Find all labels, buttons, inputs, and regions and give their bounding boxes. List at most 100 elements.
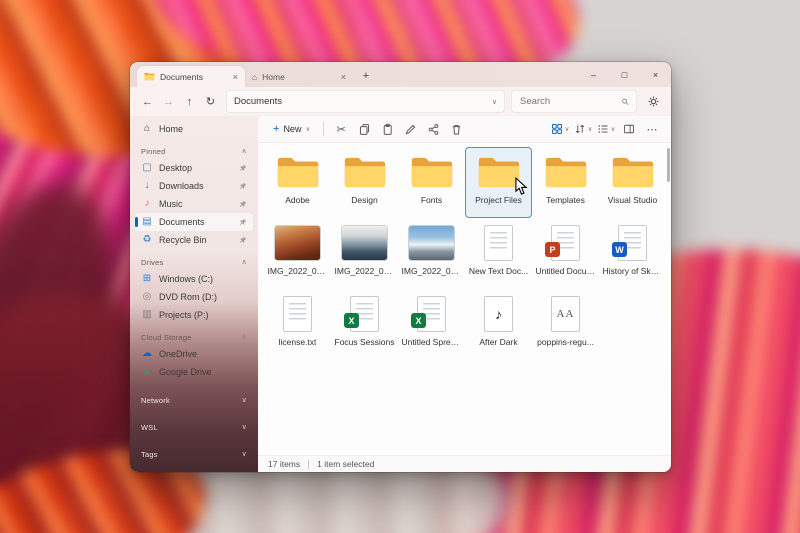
photo-thumbnail	[275, 226, 320, 260]
address-bar[interactable]: Documents ∨	[226, 90, 505, 113]
file-name: license.txt	[278, 337, 317, 347]
copy-button[interactable]	[353, 119, 375, 139]
tab-close-icon[interactable]: ×	[341, 72, 346, 82]
folder-icon	[612, 157, 653, 187]
text-file-item[interactable]: license.txt	[264, 289, 331, 360]
section-label: Cloud Storage	[141, 332, 192, 342]
content-area: + New ∨ ✂ ∨ ∨ ∨ ⋯ Adobe Design Fonts Pro…	[258, 116, 671, 472]
view-button[interactable]: ∨	[595, 119, 617, 139]
new-button-label: New	[283, 124, 302, 134]
sidebar-item-dvd-d[interactable]: ◎ DVD Rom (D:)	[135, 288, 253, 306]
back-button[interactable]: ←	[138, 92, 157, 111]
text-document-icon	[283, 296, 312, 332]
maximize-button[interactable]: □	[609, 62, 640, 87]
share-icon	[428, 123, 438, 135]
excel-file-item[interactable]: X Untitled Spreads...	[398, 289, 465, 360]
folder-item[interactable]: Fonts	[398, 147, 465, 218]
scrollbar-thumb[interactable]	[667, 148, 670, 182]
sidebar-item-label: OneDrive	[159, 349, 198, 359]
paste-button[interactable]	[376, 119, 398, 139]
sidebar-item-label: Windows (C:)	[159, 274, 214, 284]
refresh-button[interactable]: ↻	[201, 92, 220, 111]
desktop-icon: ▢	[142, 162, 152, 173]
sidebar-section-pinned[interactable]: Pinned ∧	[135, 143, 253, 159]
delete-button[interactable]	[445, 119, 467, 139]
word-file-item[interactable]: W History of Skate...	[599, 218, 666, 289]
sidebar-item-onedrive[interactable]: ☁ OneDrive	[135, 345, 253, 363]
sidebar-section-tags[interactable]: Tags ∨	[135, 446, 253, 462]
sidebar-item-desktop[interactable]: ▢ Desktop	[135, 159, 253, 177]
folder-item[interactable]: Adobe	[264, 147, 331, 218]
sidebar-item-windows-c[interactable]: ⊞ Windows (C:)	[135, 270, 253, 288]
sidebar-item-downloads[interactable]: ↓ Downloads	[135, 177, 253, 195]
word-document-icon: W	[612, 225, 647, 261]
pin-icon	[239, 236, 247, 244]
sidebar-section-network[interactable]: Network ∨	[135, 392, 253, 408]
file-name: Visual Studio	[607, 195, 658, 205]
tab-documents[interactable]: Documents ×	[137, 66, 245, 87]
toolbar-divider	[323, 122, 325, 136]
file-name: Templates	[546, 195, 585, 205]
status-divider	[308, 459, 310, 469]
sidebar-item-label: Desktop	[159, 163, 193, 173]
forward-button[interactable]: →	[159, 92, 178, 111]
minimize-button[interactable]: –	[578, 62, 609, 87]
settings-button[interactable]	[643, 92, 663, 112]
paste-icon	[383, 123, 392, 135]
section-label: Network	[141, 395, 170, 405]
chevron-down-icon: ∨	[610, 126, 616, 133]
section-label: Drives	[141, 257, 164, 267]
folder-item[interactable]: Visual Studio	[599, 147, 666, 218]
photo-thumbnail	[409, 226, 454, 260]
sidebar-item-home[interactable]: ⌂ Home	[135, 120, 253, 138]
cut-button[interactable]: ✂	[330, 119, 352, 139]
layout-button[interactable]: ∨	[549, 119, 571, 139]
font-file-item[interactable]: AA poppins-regu...	[532, 289, 599, 360]
search-input[interactable]	[518, 95, 622, 108]
downloads-icon: ↓	[144, 180, 150, 191]
tab-close-icon[interactable]: ×	[233, 72, 238, 82]
up-button[interactable]: ↑	[180, 92, 199, 111]
chevron-down-icon[interactable]: ∨	[492, 98, 497, 106]
image-file-item[interactable]: IMG_2022_06...	[398, 218, 465, 289]
sidebar: ⌂ Home Pinned ∧ ▢ Desktop ↓ Downloads ♪ …	[130, 116, 258, 472]
text-document-icon	[484, 225, 513, 261]
sort-button[interactable]: ∨	[572, 119, 594, 139]
new-tab-button[interactable]: +	[357, 67, 375, 85]
image-file-item[interactable]: IMG_2022_06...	[264, 218, 331, 289]
folder-icon	[545, 157, 586, 187]
more-button[interactable]: ⋯	[641, 119, 663, 139]
preview-pane-button[interactable]	[618, 119, 640, 139]
sidebar-item-label: DVD Rom (D:)	[159, 292, 217, 302]
folder-item[interactable]: Templates	[532, 147, 599, 218]
folder-item[interactable]: Design	[331, 147, 398, 218]
sidebar-section-cloud-storage[interactable]: Cloud Storage ∧	[135, 329, 253, 345]
section-label: WSL	[141, 422, 158, 432]
excel-file-item[interactable]: X Focus Sessions	[331, 289, 398, 360]
folder-icon	[478, 157, 519, 187]
share-button[interactable]	[422, 119, 444, 139]
sidebar-item-projects-p[interactable]: ▥ Projects (P:)	[135, 306, 253, 324]
new-button[interactable]: + New ∨	[266, 119, 317, 139]
text-file-item[interactable]: New Text Doc...	[465, 218, 532, 289]
sidebar-section-drives[interactable]: Drives ∧	[135, 254, 253, 270]
sidebar-item-google-drive[interactable]: ▲ Google Drive	[135, 363, 253, 381]
rename-button[interactable]	[399, 119, 421, 139]
file-name: Untitled Docum...	[535, 266, 596, 276]
section-label: Tags	[141, 449, 158, 459]
sidebar-section-wsl[interactable]: WSL ∨	[135, 419, 253, 435]
chevron-down-icon: ∨	[241, 397, 247, 404]
window-controls: – □ ×	[578, 62, 671, 87]
powerpoint-file-item[interactable]: P Untitled Docum...	[532, 218, 599, 289]
search-box[interactable]	[511, 90, 637, 113]
close-button[interactable]: ×	[640, 62, 671, 87]
tab-home[interactable]: ⌂ Home ×	[245, 66, 353, 87]
sidebar-item-home-footer[interactable]: ⌂ Home	[135, 471, 253, 472]
sidebar-item-music[interactable]: ♪ Music	[135, 195, 253, 213]
sidebar-item-recycle-bin[interactable]: ♻ Recycle Bin	[135, 231, 253, 249]
sidebar-item-documents[interactable]: ▤ Documents	[135, 213, 253, 231]
image-file-item[interactable]: IMG_2022_06...	[331, 218, 398, 289]
audio-file-item[interactable]: ♪ After Dark	[465, 289, 532, 360]
sidebar-item-label: Projects (P:)	[159, 310, 209, 320]
recycle-bin-icon: ♻	[142, 234, 152, 245]
